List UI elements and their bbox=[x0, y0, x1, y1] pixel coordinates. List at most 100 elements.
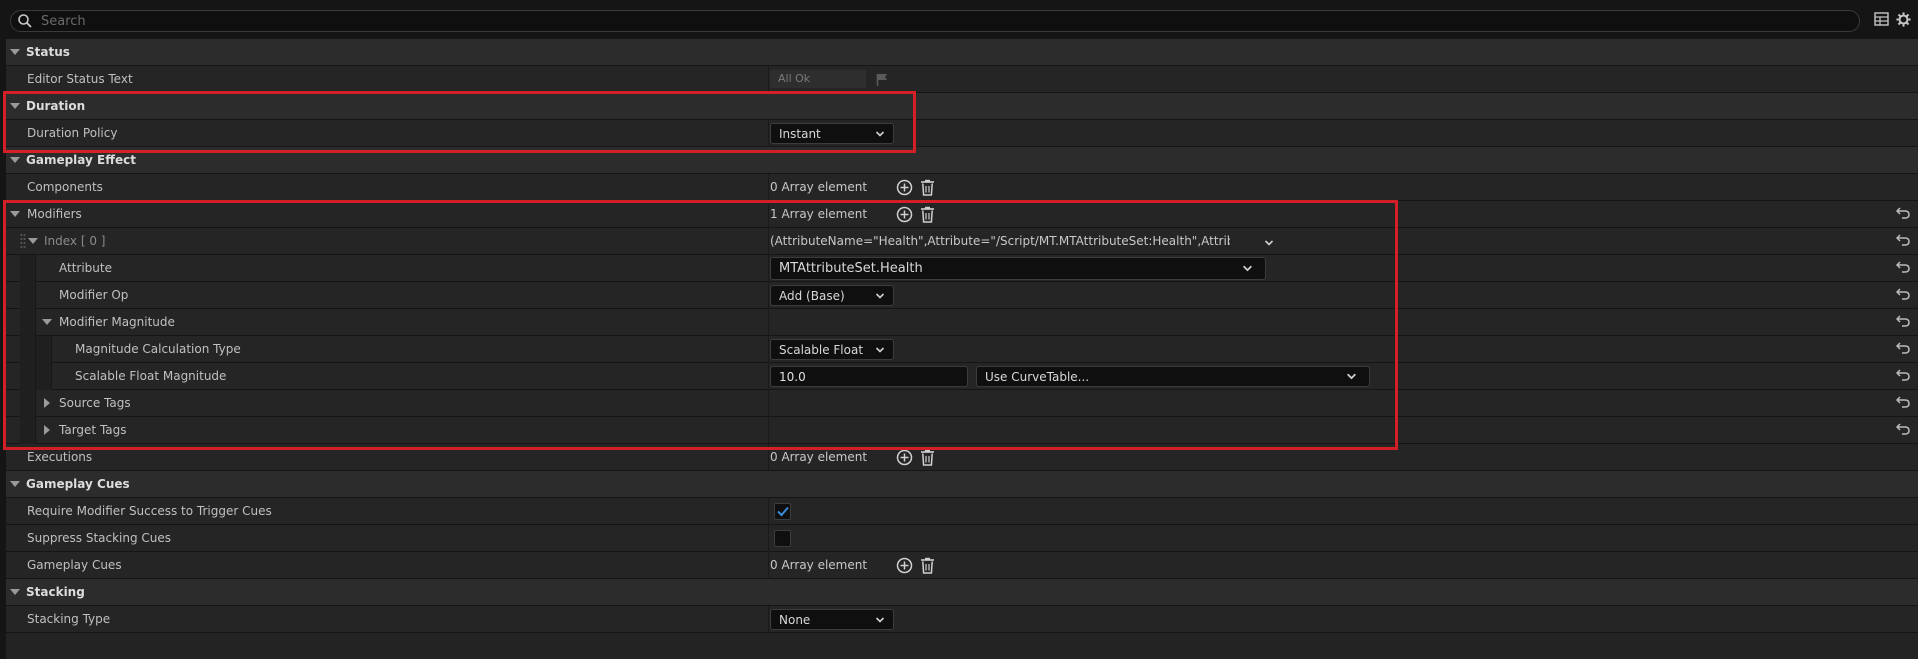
property-magnitude-calculation-type: Magnitude Calculation Type Scalable Floa… bbox=[6, 336, 1918, 363]
drag-handle-icon[interactable] bbox=[20, 233, 26, 250]
require-modifier-success-checkbox[interactable] bbox=[774, 503, 791, 520]
search-input[interactable]: Search bbox=[41, 14, 86, 29]
category-gameplay-effect[interactable]: Gameplay Effect bbox=[6, 147, 1918, 174]
property-modifiers[interactable]: Modifiers 1 Array element bbox=[6, 201, 1918, 228]
plus-circle-icon[interactable] bbox=[896, 179, 913, 199]
chevron-down-icon bbox=[875, 290, 885, 304]
property-scalable-float-magnitude: Scalable Float Magnitude 10.0 Use CurveT… bbox=[6, 363, 1918, 390]
property-label: Modifier Magnitude bbox=[59, 315, 175, 329]
property-label: Attribute bbox=[59, 261, 112, 275]
attribute-dropdown[interactable]: MTAttributeSet.Health bbox=[770, 257, 1266, 280]
plus-circle-icon[interactable] bbox=[896, 206, 913, 226]
property-modifier-op: Modifier Op Add (Base) bbox=[6, 282, 1918, 309]
reset-arrow-icon[interactable] bbox=[1895, 261, 1910, 276]
category-gameplay-cues[interactable]: Gameplay Cues bbox=[6, 471, 1918, 498]
triangle-down-icon[interactable] bbox=[10, 211, 20, 217]
array-count: 1 Array element bbox=[770, 207, 868, 221]
property-label: Source Tags bbox=[59, 396, 131, 410]
chevron-down-icon bbox=[1242, 263, 1253, 277]
duration-policy-dropdown[interactable]: Instant bbox=[770, 123, 894, 144]
search-bar[interactable]: Search bbox=[10, 10, 1860, 32]
chevron-down-icon bbox=[875, 614, 885, 628]
category-duration[interactable]: Duration bbox=[6, 93, 1918, 120]
reset-arrow-icon[interactable] bbox=[1895, 288, 1910, 303]
array-count: 0 Array element bbox=[770, 180, 868, 194]
struct-summary: (AttributeName="Health",Attribute="/Scri… bbox=[770, 234, 1230, 248]
plus-circle-icon[interactable] bbox=[896, 449, 913, 469]
property-duration-policy: Duration Policy Instant bbox=[6, 120, 1918, 147]
array-count: 0 Array element bbox=[770, 450, 868, 464]
property-label: Require Modifier Success to Trigger Cues bbox=[27, 504, 272, 518]
triangle-down-icon bbox=[10, 49, 20, 55]
chevron-down-icon bbox=[1346, 371, 1357, 385]
trash-icon[interactable] bbox=[920, 557, 935, 577]
chevron-down-icon bbox=[875, 128, 885, 142]
reset-arrow-icon[interactable] bbox=[1895, 342, 1910, 357]
reset-arrow-icon[interactable] bbox=[1895, 234, 1910, 249]
property-label: Index [ 0 ] bbox=[44, 234, 106, 248]
triangle-down-icon bbox=[10, 589, 20, 595]
gear-icon[interactable] bbox=[1896, 12, 1911, 30]
stacking-type-dropdown[interactable]: None bbox=[770, 609, 894, 630]
triangle-right-icon[interactable] bbox=[44, 398, 50, 408]
property-label: Magnitude Calculation Type bbox=[75, 342, 241, 356]
scalable-float-input[interactable]: 10.0 bbox=[770, 366, 968, 387]
property-editor-status-text: Editor Status Text All Ok bbox=[6, 66, 1918, 93]
table-view-icon[interactable] bbox=[1874, 12, 1889, 29]
status-value: All Ok bbox=[770, 70, 866, 88]
trash-icon[interactable] bbox=[920, 449, 935, 469]
property-label: Modifier Op bbox=[59, 288, 129, 302]
property-label: Target Tags bbox=[59, 423, 127, 437]
curve-table-dropdown[interactable]: Use CurveTable... bbox=[976, 366, 1370, 387]
property-source-tags[interactable]: Source Tags bbox=[6, 390, 1918, 417]
property-executions: Executions 0 Array element bbox=[6, 444, 1918, 471]
triangle-down-icon bbox=[10, 103, 20, 109]
property-label: Modifiers bbox=[27, 207, 82, 221]
triangle-down-icon bbox=[10, 157, 20, 163]
triangle-down-icon bbox=[10, 481, 20, 487]
property-gameplay-cues: Gameplay Cues 0 Array element bbox=[6, 552, 1918, 579]
property-list: Status Editor Status Text All Ok Duratio… bbox=[6, 39, 1918, 659]
category-status[interactable]: Status bbox=[6, 39, 1918, 66]
plus-circle-icon[interactable] bbox=[896, 557, 913, 577]
property-label: Stacking Type bbox=[27, 612, 111, 626]
triangle-down-icon[interactable] bbox=[28, 238, 38, 244]
trash-icon[interactable] bbox=[920, 179, 935, 199]
chevron-down-icon[interactable] bbox=[1264, 237, 1274, 251]
property-modifier-magnitude[interactable]: Modifier Magnitude bbox=[6, 309, 1918, 336]
property-label: Executions bbox=[27, 450, 93, 464]
flag-icon bbox=[876, 73, 888, 89]
property-attribute: Attribute MTAttributeSet.Health bbox=[6, 255, 1918, 282]
array-count: 0 Array element bbox=[770, 558, 868, 572]
checkmark-icon bbox=[777, 506, 789, 520]
category-gameplay-effect-label: Gameplay Effect bbox=[26, 153, 136, 167]
property-stacking-type: Stacking Type None bbox=[6, 606, 1918, 633]
property-label: Gameplay Cues bbox=[27, 558, 122, 572]
reset-arrow-icon[interactable] bbox=[1895, 315, 1910, 330]
magnitude-calc-type-dropdown[interactable]: Scalable Float bbox=[770, 339, 894, 360]
reset-arrow-icon[interactable] bbox=[1895, 207, 1910, 222]
reset-arrow-icon[interactable] bbox=[1895, 396, 1910, 411]
property-index-0[interactable]: Index [ 0 ] (AttributeName="Health",Attr… bbox=[6, 228, 1918, 255]
category-stacking[interactable]: Stacking bbox=[6, 579, 1918, 606]
details-panel-window: Search Status Editor Status Text All Ok … bbox=[0, 0, 1918, 659]
property-components: Components 0 Array element bbox=[6, 174, 1918, 201]
reset-arrow-icon[interactable] bbox=[1895, 423, 1910, 438]
property-require-modifier-success: Require Modifier Success to Trigger Cues bbox=[6, 498, 1918, 525]
property-label: Components bbox=[27, 180, 103, 194]
category-duration-label: Duration bbox=[26, 99, 86, 113]
property-suppress-stacking-cues: Suppress Stacking Cues bbox=[6, 525, 1918, 552]
empty-area bbox=[6, 633, 1918, 659]
category-status-label: Status bbox=[26, 45, 70, 59]
property-label: Duration Policy bbox=[27, 126, 118, 140]
triangle-right-icon[interactable] bbox=[44, 425, 50, 435]
modifier-op-dropdown[interactable]: Add (Base) bbox=[770, 285, 894, 306]
property-target-tags[interactable]: Target Tags bbox=[6, 417, 1918, 444]
suppress-stacking-checkbox[interactable] bbox=[774, 530, 791, 547]
category-gameplay-cues-label: Gameplay Cues bbox=[26, 477, 130, 491]
trash-icon[interactable] bbox=[920, 206, 935, 226]
property-label: Suppress Stacking Cues bbox=[27, 531, 172, 545]
reset-arrow-icon[interactable] bbox=[1895, 369, 1910, 384]
triangle-down-icon[interactable] bbox=[42, 319, 52, 325]
chevron-down-icon bbox=[875, 344, 885, 358]
